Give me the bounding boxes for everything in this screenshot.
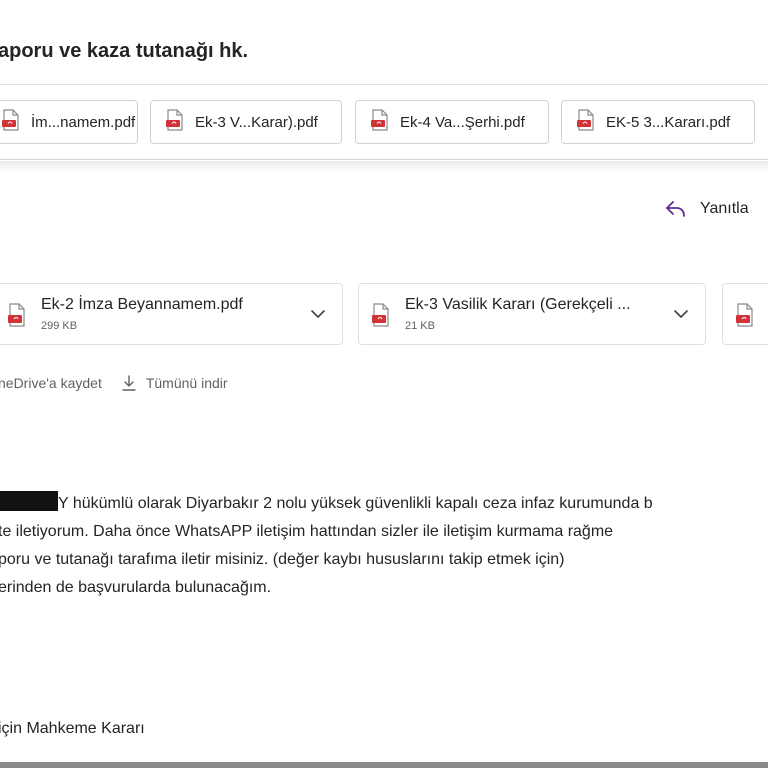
reply-arrow-icon <box>666 201 685 217</box>
attachment-chip-label: EK-5 3...Kararı.pdf <box>606 113 731 131</box>
window-bottom-edge <box>0 762 768 768</box>
attachment-chip-label: Ek-3 V...Karar).pdf <box>195 113 318 131</box>
chevron-down-icon[interactable] <box>310 306 326 327</box>
pdf-file-icon <box>1 109 21 135</box>
pdf-file-icon <box>370 109 390 135</box>
pdf-file-icon <box>165 109 185 135</box>
pdf-file-icon <box>371 303 391 332</box>
reply-label: Yanıtla <box>700 200 749 217</box>
pdf-file-icon <box>735 303 755 332</box>
attachment-card-2[interactable]: Ek-3 Vasilik Kararı (Gerekçeli ... 21 KB <box>358 283 706 345</box>
download-all-label: Tümünü indir <box>145 375 228 391</box>
email-body: Y hükümlü olarak Diyarbakır 2 nolu yükse… <box>0 490 768 602</box>
redaction-block <box>0 491 58 511</box>
download-icon <box>122 375 136 391</box>
body-line: erinden de başvurularda bulunacağım. <box>0 579 272 596</box>
body-line: te iletiyorum. Daha önce WhatsAPP iletiş… <box>0 523 614 540</box>
attachment-size: 299 KB <box>41 320 78 332</box>
attachment-chip-label: İm...namem.pdf <box>31 113 136 131</box>
attachment-chip-3[interactable]: Ek-4 Va...Şerhi.pdf <box>355 100 549 144</box>
header-shadow <box>0 161 768 173</box>
email-reading-pane: aporu ve kaza tutanağı hk. İm...namem.pd… <box>0 0 768 768</box>
attachment-name: Ek-2 İmza Beyannamem.pdf <box>41 296 243 313</box>
attachment-list-line: için Mahkeme Kararı <box>0 720 145 737</box>
attachment-name: Ek-3 Vasilik Kararı (Gerekçeli ... <box>405 296 631 313</box>
attachment-size: 21 KB <box>405 320 435 332</box>
attachment-strip: İm...namem.pdf Ek-3 V...Karar).pdf Ek-4 … <box>0 84 768 160</box>
download-all-link[interactable]: Tümünü indir <box>122 375 228 391</box>
body-line: poru ve tutanağı tarafıma iletir misiniz… <box>0 551 565 568</box>
attachment-chip-2[interactable]: Ek-3 V...Karar).pdf <box>150 100 342 144</box>
body-line: Y hükümlü olarak Diyarbakır 2 nolu yükse… <box>0 490 768 518</box>
email-subject: aporu ve kaza tutanağı hk. <box>0 40 249 62</box>
attachment-chip-4[interactable]: EK-5 3...Kararı.pdf <box>561 100 755 144</box>
attachment-card-3[interactable] <box>722 283 768 345</box>
attachment-card-1[interactable]: Ek-2 İmza Beyannamem.pdf 299 KB <box>0 283 343 345</box>
attachment-actions: neDrive'a kaydet Tümünü indir <box>0 372 228 394</box>
pdf-file-icon <box>576 109 596 135</box>
save-to-onedrive-link[interactable]: neDrive'a kaydet <box>0 375 102 391</box>
reply-button[interactable]: Yanıtla <box>664 195 749 223</box>
pdf-file-icon <box>7 303 27 332</box>
chevron-down-icon[interactable] <box>673 306 689 327</box>
attachment-chip-1[interactable]: İm...namem.pdf <box>0 100 138 144</box>
attachment-chip-label: Ek-4 Va...Şerhi.pdf <box>400 113 525 131</box>
